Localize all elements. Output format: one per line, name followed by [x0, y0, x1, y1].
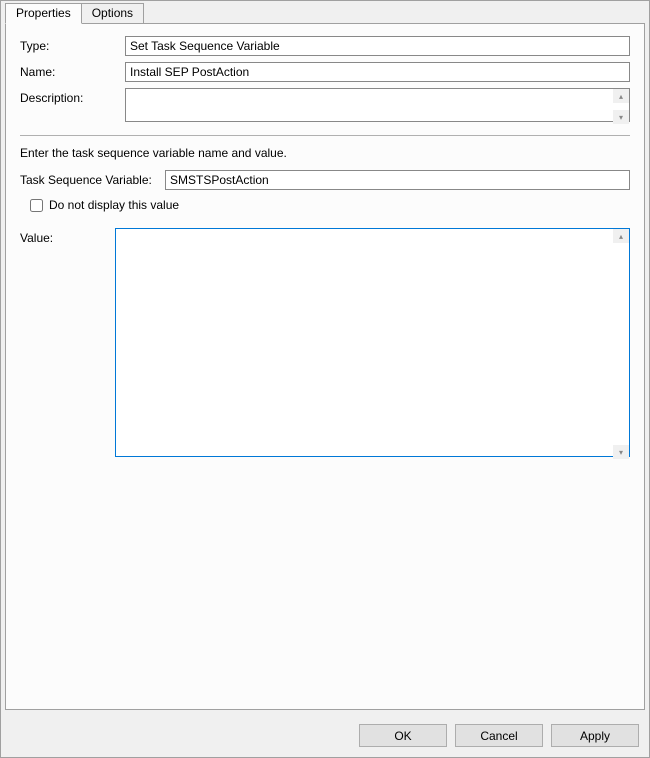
tab-options[interactable]: Options: [82, 3, 144, 24]
value-row: Value: ▴ ▾: [20, 228, 630, 460]
do-not-display-label[interactable]: Do not display this value: [49, 198, 179, 212]
type-row: Type:: [20, 36, 630, 56]
apply-button[interactable]: Apply: [551, 724, 639, 747]
do-not-display-row: Do not display this value: [30, 198, 630, 212]
description-field[interactable]: [125, 88, 630, 122]
type-field: [125, 36, 630, 56]
task-variable-label: Task Sequence Variable:: [20, 170, 165, 187]
scroll-up-icon[interactable]: ▴: [613, 229, 629, 243]
name-field[interactable]: [125, 62, 630, 82]
button-strip: OK Cancel Apply: [1, 718, 649, 757]
name-row: Name:: [20, 62, 630, 82]
type-label: Type:: [20, 36, 125, 53]
scroll-down-icon[interactable]: ▾: [613, 445, 629, 459]
divider: [20, 135, 630, 136]
name-label: Name:: [20, 62, 125, 79]
cancel-button[interactable]: Cancel: [455, 724, 543, 747]
task-variable-row: Task Sequence Variable:: [20, 170, 630, 190]
do-not-display-checkbox[interactable]: [30, 199, 43, 212]
description-row: Description: ▴ ▾: [20, 88, 630, 125]
description-label: Description:: [20, 88, 125, 105]
properties-panel: Type: Name: Description: ▴ ▾ Enter the t…: [5, 23, 645, 710]
task-sequence-step-dialog: Properties Options Type: Name: Descripti…: [0, 0, 650, 758]
tabs-row: Properties Options: [1, 1, 649, 24]
tab-properties[interactable]: Properties: [5, 3, 82, 24]
value-field[interactable]: [115, 228, 630, 457]
value-label: Value:: [20, 228, 115, 245]
scroll-down-icon[interactable]: ▾: [613, 110, 629, 124]
instruction-text: Enter the task sequence variable name an…: [20, 146, 630, 160]
scroll-up-icon[interactable]: ▴: [613, 89, 629, 103]
ok-button[interactable]: OK: [359, 724, 447, 747]
task-variable-field[interactable]: [165, 170, 630, 190]
